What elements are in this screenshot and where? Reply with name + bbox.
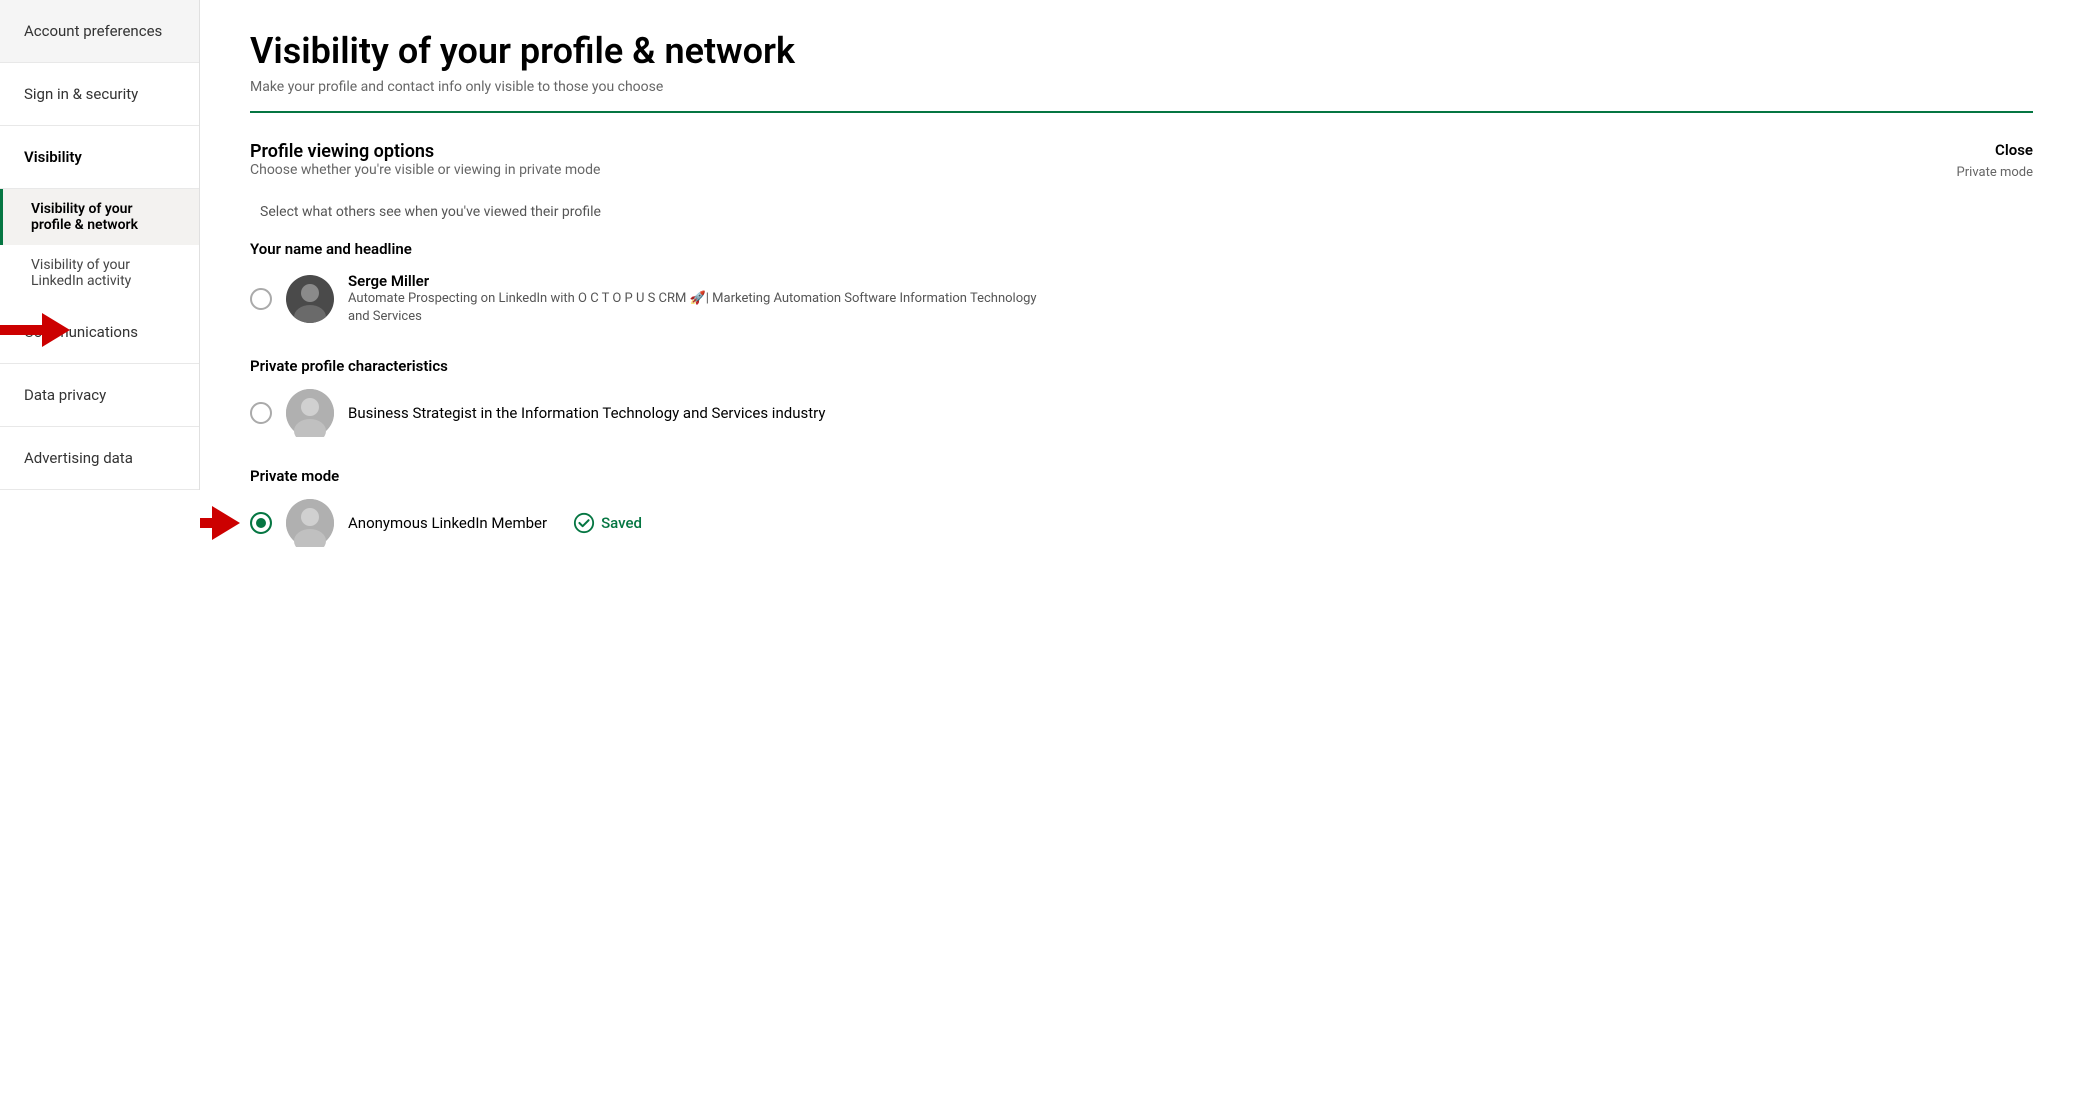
option-row-private-chars: Business Strategist in the Information T… xyxy=(250,389,2033,437)
page-subtitle: Make your profile and contact info only … xyxy=(250,79,2033,95)
red-arrow-sidebar xyxy=(0,305,70,355)
option-text-private-mode: Anonymous LinkedIn Member xyxy=(348,514,547,532)
option-name-private-mode: Anonymous LinkedIn Member xyxy=(348,514,547,532)
radio-private-mode[interactable] xyxy=(250,512,272,534)
option-row-your-name: Serge Miller Automate Prospecting on Lin… xyxy=(250,272,2033,326)
option-desc-your-name: Automate Prospecting on LinkedIn with O … xyxy=(348,290,1048,326)
option-group-label-private-chars: Private profile characteristics xyxy=(250,357,2033,375)
close-subtext: Private mode xyxy=(1957,165,2033,180)
option-text-your-name: Serge Miller Automate Prospecting on Lin… xyxy=(348,272,1048,326)
option-row-private-mode: Anonymous LinkedIn Member Saved xyxy=(250,499,642,547)
saved-label: Saved xyxy=(601,514,642,532)
sidebar-subitems-visibility: Visibility of your profile & network Vis… xyxy=(0,189,199,301)
red-arrow-private-mode xyxy=(200,498,240,548)
sidebar-item-advertising-data[interactable]: Advertising data xyxy=(0,427,199,490)
saved-check-icon xyxy=(573,512,595,534)
option-group-your-name: Your name and headline Serge Miller Auto… xyxy=(250,240,2033,326)
option-group-private-mode: Private mode Anonym xyxy=(250,467,2033,547)
radio-private-chars[interactable] xyxy=(250,402,272,424)
page-title: Visibility of your profile & network xyxy=(250,30,2033,73)
sidebar-subitem-visibility-linkedin-activity[interactable]: Visibility of your LinkedIn activity xyxy=(0,245,199,301)
sidebar-item-sign-in-security[interactable]: Sign in & security xyxy=(0,63,199,126)
radio-your-name[interactable] xyxy=(250,288,272,310)
select-hint: Select what others see when you've viewe… xyxy=(260,204,2033,220)
close-button[interactable]: Close xyxy=(1957,141,2033,159)
sidebar-item-data-privacy[interactable]: Data privacy xyxy=(0,364,199,427)
section-header: Profile viewing options Choose whether y… xyxy=(250,141,2033,198)
avatar-private-mode xyxy=(286,499,334,547)
option-group-private-characteristics: Private profile characteristics Business… xyxy=(250,357,2033,437)
option-desc-private-chars: Business Strategist in the Information T… xyxy=(348,404,825,422)
close-area: Close Private mode xyxy=(1957,141,2033,180)
section-subtitle: Choose whether you're visible or viewing… xyxy=(250,162,600,178)
sidebar-subitem-visibility-profile-network[interactable]: Visibility of your profile & network xyxy=(0,189,199,245)
sidebar: Account preferences Sign in & security V… xyxy=(0,0,200,490)
avatar-your-name xyxy=(286,275,334,323)
section-title: Profile viewing options xyxy=(250,141,600,162)
option-row-private-mode-wrapper: Anonymous LinkedIn Member Saved xyxy=(250,499,2033,547)
option-text-private-chars: Business Strategist in the Information T… xyxy=(348,404,825,422)
option-group-label-private-mode: Private mode xyxy=(250,467,2033,485)
section-divider xyxy=(250,111,2033,113)
option-name-your-name: Serge Miller xyxy=(348,272,1048,290)
avatar-private-chars xyxy=(286,389,334,437)
sidebar-item-visibility[interactable]: Visibility xyxy=(0,126,199,189)
main-content: Visibility of your profile & network Mak… xyxy=(200,0,2083,1095)
sidebar-item-account-preferences[interactable]: Account preferences xyxy=(0,0,199,63)
saved-badge: Saved xyxy=(573,512,642,534)
option-group-label-your-name: Your name and headline xyxy=(250,240,2033,258)
section-title-block: Profile viewing options Choose whether y… xyxy=(250,141,600,198)
